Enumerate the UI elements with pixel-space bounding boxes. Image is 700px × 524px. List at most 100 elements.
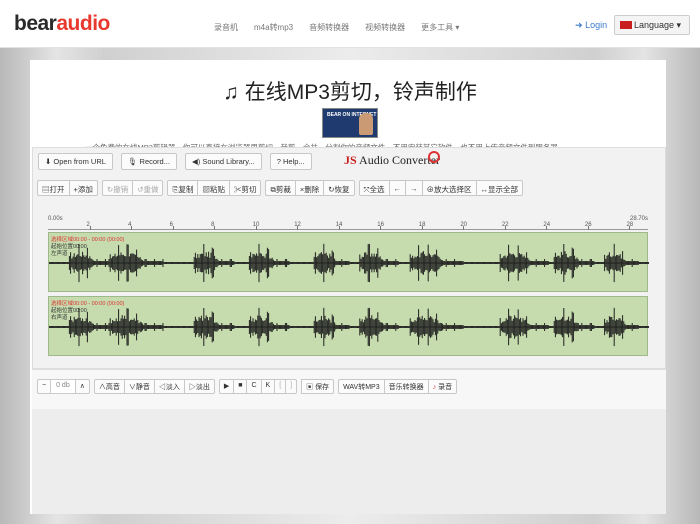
waveform — [49, 307, 649, 347]
play-button[interactable]: ▶ — [218, 379, 235, 394]
transport-group: ▶ ■ C K [ ] — [218, 379, 298, 394]
arrow-right-button[interactable]: → — [405, 180, 423, 196]
arrow-right-icon: → — [410, 184, 418, 193]
video-thumbnail[interactable]: BEAR ON INTERNET — [322, 108, 378, 138]
mark-out-button[interactable]: ] — [285, 379, 298, 394]
timeline-tick — [131, 226, 133, 230]
timeline-tick — [89, 226, 91, 230]
effects-group: ∧高音 ∨静音 ◁淡入 ▷淡出 — [93, 379, 215, 394]
download-icon: ⬇ — [45, 157, 52, 166]
zoom-icon: ⊕ — [426, 185, 435, 194]
save-group: ▣ 保存 — [301, 379, 335, 394]
flag-icon — [620, 21, 632, 29]
convert-group: WAV转MP3 音乐转换器 ♪ 录音 — [338, 379, 458, 394]
timeline-tick — [463, 226, 465, 230]
volume-display: 0 db — [50, 379, 76, 394]
copy-button[interactable]: ⎘复制 — [167, 180, 199, 196]
skip-start-button[interactable]: K — [260, 379, 276, 394]
timeline-tick — [172, 226, 174, 230]
waveform — [49, 243, 649, 283]
presenter-image — [359, 113, 373, 135]
js-audio-converter-link[interactable]: JS Audio Converter — [344, 153, 440, 168]
select-all-button[interactable]: ⤧全选 — [358, 180, 390, 196]
save-icon: ▣ — [306, 384, 314, 391]
music-converter-button[interactable]: 音乐转换器 — [383, 379, 429, 394]
edit-group: ▤打开 +添加 — [37, 180, 98, 196]
timeline-tick — [297, 226, 299, 230]
record-audio-button[interactable]: ♪ 录音 — [427, 379, 458, 394]
cut-button[interactable]: ✂剪切 — [228, 180, 262, 196]
login-icon: ➜ — [575, 20, 583, 30]
nav-link-more-tools[interactable]: 更多工具 ▾ — [421, 22, 459, 33]
timeline-tick — [255, 226, 257, 230]
loop-button[interactable]: C — [246, 379, 262, 394]
folder-icon: ▤ — [42, 185, 50, 194]
record-button[interactable]: 🎙 Record... — [120, 153, 177, 170]
folder-button[interactable]: ▤打开 — [37, 180, 70, 196]
arrow-left-button[interactable]: ← — [388, 180, 407, 196]
volume-down-button[interactable]: − — [37, 379, 52, 394]
nav-links: 录音机 m4a转mp3 音频转换器 视频转换器 更多工具 ▾ — [214, 22, 459, 33]
waveform-track-right[interactable]: 选择区域00:00 - 00:00 (00:00) 起始位置00:00 右声道 — [48, 296, 649, 356]
paste-button[interactable]: ▨粘贴 — [197, 180, 230, 196]
volume-up-button[interactable]: ∧ — [74, 379, 90, 394]
wav-to-mp3-button[interactable]: WAV转MP3 — [338, 379, 385, 394]
mute-button[interactable]: ∨静音 — [123, 379, 155, 394]
microphone-icon: 🎙 — [127, 157, 138, 166]
edit-group: ⧉剪裁 ×删除 ↻恢复 — [265, 180, 355, 196]
timeline-ruler[interactable]: 0.00s 28.70s 2 4 6 8 10 12 14 16 18 20 22 24 26 28 — [48, 216, 648, 230]
volume-group: − 0 db ∧ — [37, 379, 90, 394]
open-url-button[interactable]: ⬇ Open from URL — [38, 153, 113, 170]
logo[interactable]: bearaudio — [14, 12, 110, 36]
edit-toolbar: ▤打开 +添加 ↻撤销 ↺重做 ⎘复制 ▨粘贴 ✂剪切 ⧉剪裁 ×删除 ↻恢复 ⤧全选 ← → ⊕放大选择… — [37, 180, 528, 196]
nav-link-recorder[interactable]: 录音机 — [214, 22, 238, 33]
timeline-tick — [546, 226, 548, 230]
timeline-tick — [421, 226, 423, 230]
undo-button[interactable]: ↺重做 — [132, 180, 164, 196]
waveform-path — [49, 307, 649, 347]
arrow-left-icon: ← — [393, 184, 402, 193]
timeline-start-label: 0.00s — [48, 216, 63, 222]
louder-button[interactable]: ∧高音 — [93, 379, 125, 394]
restore-button[interactable]: ↻恢复 — [323, 180, 355, 196]
redo-button[interactable]: ↻撤销 — [101, 180, 134, 196]
sound-library-button[interactable]: ◀) Sound Library... — [184, 153, 262, 170]
timeline-tick — [629, 226, 631, 230]
timeline-tick — [214, 226, 216, 230]
timeline-tick — [380, 226, 382, 230]
edit-group: ⤧全选 ← → ⊕放大选择区 ↔显示全部 — [358, 180, 524, 196]
paste-icon: ▨ — [202, 185, 210, 194]
trim-button[interactable]: ⧉剪裁 — [265, 180, 296, 196]
show-all-button[interactable]: ↔显示全部 — [475, 180, 524, 196]
edit-group: ↻撤销 ↺重做 — [101, 180, 164, 196]
login-link[interactable]: ➜ Login — [575, 20, 607, 31]
save-button[interactable]: ▣ 保存 — [301, 379, 335, 394]
source-toolbar: ⬇ Open from URL 🎙 Record... ◀) Sound Lib… — [38, 153, 312, 170]
fade-out-button[interactable]: ▷淡出 — [183, 379, 215, 394]
delete-button[interactable]: ×删除 — [294, 180, 325, 196]
zoom-button[interactable]: ⊕放大选择区 — [421, 180, 477, 196]
question-icon: ? — [276, 157, 281, 166]
add-button[interactable]: +添加 — [68, 180, 98, 196]
timeline-tick — [587, 226, 589, 230]
nav-link-audio-converter[interactable]: 音频转换器 — [309, 22, 349, 33]
nav-link-video-converter[interactable]: 视频转换器 — [365, 22, 405, 33]
edit-group: ⎘复制 ▨粘贴 ✂剪切 — [167, 180, 262, 196]
language-dropdown[interactable]: Language ▾ — [614, 15, 690, 35]
stop-button[interactable]: ■ — [233, 379, 248, 394]
music-note-icon: ♫ — [223, 81, 245, 104]
waveform-track-left[interactable]: 选择区域00:00 - 00:00 (00:00) 起始位置00:00 左声道 — [48, 232, 649, 292]
show-all-icon: ↔ — [480, 185, 489, 194]
timeline-tick — [338, 226, 340, 230]
microphone-icon: ♪ — [432, 384, 437, 391]
fade-in-button[interactable]: ◁淡入 — [153, 379, 185, 394]
waveform-path — [49, 243, 649, 283]
lower-panel — [32, 409, 666, 514]
help-button[interactable]: ? Help... — [269, 153, 312, 170]
speaker-icon: ◀) — [191, 157, 201, 166]
timeline-tick — [504, 226, 506, 230]
nav-link-m4a-mp3[interactable]: m4a转mp3 — [254, 22, 293, 33]
navbar: bearaudio 录音机 m4a转mp3 音频转换器 视频转换器 更多工具 ▾… — [0, 0, 700, 48]
ad-block-icon — [428, 151, 440, 163]
page-title: ♫ 在线MP3剪切，铃声制作 — [223, 81, 477, 104]
